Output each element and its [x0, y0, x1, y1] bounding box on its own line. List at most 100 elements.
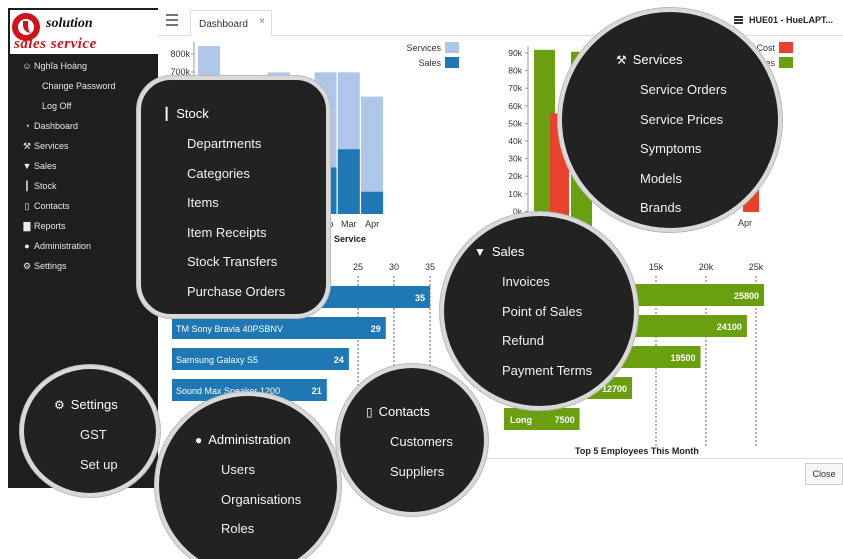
sidebar-item-label: Log Off — [42, 101, 72, 111]
sidebar-item-label: Sales — [34, 161, 57, 171]
stock-menu-item-items[interactable]: Items — [187, 195, 219, 210]
user-label: HUE01 - HueLAPT... — [748, 15, 833, 25]
chart1-legend-sales: Sales — [418, 58, 441, 68]
sidebar-item-label: Services — [34, 141, 69, 151]
chart3-x-tick-label: 35 — [425, 262, 435, 272]
sidebar-item-label: Settings — [34, 261, 67, 271]
logo-text: solution — [46, 16, 93, 31]
services-menu-item-symptoms[interactable]: Symptoms — [640, 141, 701, 156]
chart2-y-tick-label: 90k — [508, 48, 522, 58]
hamburger-menu-icon[interactable] — [166, 14, 178, 26]
sidebar-item-sales[interactable]: ▼ Sales — [8, 156, 158, 176]
sidebar-item-label: Contacts — [34, 201, 70, 211]
settings-menu-title: ⚙ Settings — [54, 397, 118, 412]
administration-menu-item-roles[interactable]: Roles — [221, 521, 254, 536]
tab-label: Dashboard — [199, 19, 248, 30]
globe-icon: ● — [195, 433, 203, 447]
stock-menu-item-stock-transfers[interactable]: Stock Transfers — [187, 254, 277, 269]
contacts-menu-item-suppliers[interactable]: Suppliers — [390, 464, 444, 479]
sales-menu-item-point-of-sales[interactable]: Point of Sales — [502, 304, 582, 319]
sidebar-item-stock[interactable]: ┃ Stock — [8, 176, 158, 196]
contacts-menu-title-label: Contacts — [378, 404, 430, 419]
stock-menu-popup: ┃ Stock Departments Categories Items Item Rec… — [137, 76, 330, 318]
services-menu-title-label: Services — [632, 52, 683, 67]
sales-menu-popup: ▼ Sales Invoices Point of Sales Refund Paymen… — [440, 212, 638, 410]
stock-menu-item-item-receipts[interactable]: Item Receipts — [187, 225, 266, 240]
user-menu[interactable]: HUE01 - HueLAPT... — [733, 15, 833, 25]
settings-menu-item-set-up[interactable]: Set up — [80, 457, 118, 472]
logo-subtext: sales service — [14, 36, 97, 52]
wrench-icon: ⚒ — [22, 140, 32, 151]
gear-icon: ⚙ — [54, 398, 65, 412]
tab-close-icon[interactable]: × — [259, 16, 265, 27]
chart4-x-tick-label: 15k — [649, 262, 664, 272]
phone-icon: ▯ — [366, 405, 373, 419]
settings-menu-item-gst[interactable]: GST — [80, 427, 107, 442]
sales-menu-item-refund[interactable]: Refund — [502, 333, 544, 348]
sidebar-item-label: Change Password — [42, 81, 116, 91]
chart2-y-tick-label: 70k — [508, 83, 522, 93]
chart3-x-tick-label: 30 — [389, 262, 399, 272]
services-menu-title: ⚒ Services — [616, 52, 683, 67]
sidebar-item-contacts[interactable]: ▯ Contacts — [8, 196, 158, 216]
close-button[interactable]: Close — [805, 463, 843, 485]
chart4-value-label: 12700 — [602, 384, 627, 394]
chart2-legend-sales-swatch — [779, 57, 793, 68]
sidebar-item-ngh-a-ho-ng[interactable]: ☺ Nghĩa Hoàng — [8, 56, 158, 76]
chart1-legend-services-swatch — [445, 42, 459, 53]
services-menu-item-brands[interactable]: Brands — [640, 200, 681, 215]
phone-icon: ▯ — [24, 200, 30, 211]
sidebar-item-services[interactable]: ⚒ Services — [8, 136, 158, 156]
chart1-y-tick-label: 800k — [170, 49, 190, 59]
employees-chart-title: Top 5 Employees This Month — [575, 446, 699, 456]
contacts-menu-item-customers[interactable]: Customers — [390, 434, 453, 449]
services-menu-item-service-orders[interactable]: Service Orders — [640, 82, 727, 97]
administration-menu-item-organisations[interactable]: Organisations — [221, 492, 301, 507]
chart1-legend-services: Services — [406, 43, 441, 53]
chart1-x-tick-label: Mar — [341, 219, 357, 229]
chart2-y-tick-label: 20k — [508, 171, 522, 181]
sidebar-item-dashboard[interactable]: ◔ Dashboard — [8, 116, 158, 136]
chart4-x-tick-label: 20k — [699, 262, 714, 272]
sidebar-item-reports[interactable]: ▇ Reports — [8, 216, 158, 236]
stock-menu-item-categories[interactable]: Categories — [187, 166, 250, 181]
barcode-icon: ┃ — [24, 180, 30, 191]
tab-dashboard[interactable]: Dashboard × — [190, 10, 272, 36]
sidebar-item-change-password[interactable]: Change Password — [8, 76, 158, 96]
chart3-value-label: 21 — [312, 386, 322, 396]
globe-icon: ● — [24, 241, 30, 251]
administration-menu-item-users[interactable]: Users — [221, 462, 255, 477]
chart3-category-label: Samsung Galaxy S5 — [176, 355, 258, 365]
services-menu-item-service-prices[interactable]: Service Prices — [640, 112, 723, 127]
chart1-bar-sales — [337, 149, 360, 214]
sidebar-item-label: Nghĩa Hoàng — [34, 61, 88, 71]
services-menu-item-models[interactable]: Models — [640, 171, 682, 186]
services-menu-popup: ⚒ Services Service Orders Service Prices Sym… — [558, 8, 782, 232]
sidebar-item-label: Stock — [34, 181, 57, 191]
administration-menu-title-label: Administration — [208, 432, 291, 447]
chart4-category-label: Long — [510, 415, 532, 425]
cart-icon: ▼ — [22, 161, 32, 171]
dashboard-icon: ◔ — [24, 121, 30, 131]
chart1-x-tick-label: Apr — [365, 219, 379, 229]
settings-menu-title-label: Settings — [70, 397, 118, 412]
gear-icon: ⚙ — [22, 260, 32, 271]
sidebar-item-label: Reports — [34, 221, 66, 231]
sales-menu-item-payment-terms[interactable]: Payment Terms — [502, 363, 592, 378]
sidebar-item-settings[interactable]: ⚙ Settings — [8, 256, 158, 276]
stock-menu-item-purchase-orders[interactable]: Purchase Orders — [187, 284, 285, 299]
sidebar-item-label: Dashboard — [34, 121, 79, 131]
sales-menu-title: ▼ Sales — [474, 244, 524, 259]
sidebar-item-administration[interactable]: ● Administration — [8, 236, 158, 256]
sidebar-item-log-off[interactable]: Log Off — [8, 96, 158, 116]
wrench-icon: ⚒ — [616, 53, 627, 67]
sales-menu-title-label: Sales — [491, 244, 525, 259]
app-window: solution sales service ☺ Nghĩa Hoàng Chang… — [0, 0, 843, 559]
chart2-legend-cost-swatch — [779, 42, 793, 53]
chart4-value-label: 19500 — [671, 353, 696, 363]
sales-menu-item-invoices[interactable]: Invoices — [502, 274, 550, 289]
chart3-value-label: 24 — [334, 355, 344, 365]
chart2-y-tick-label: 10k — [508, 189, 522, 199]
stock-menu-item-departments[interactable]: Departments — [187, 136, 261, 151]
chart2-y-tick-label: 30k — [508, 154, 522, 164]
